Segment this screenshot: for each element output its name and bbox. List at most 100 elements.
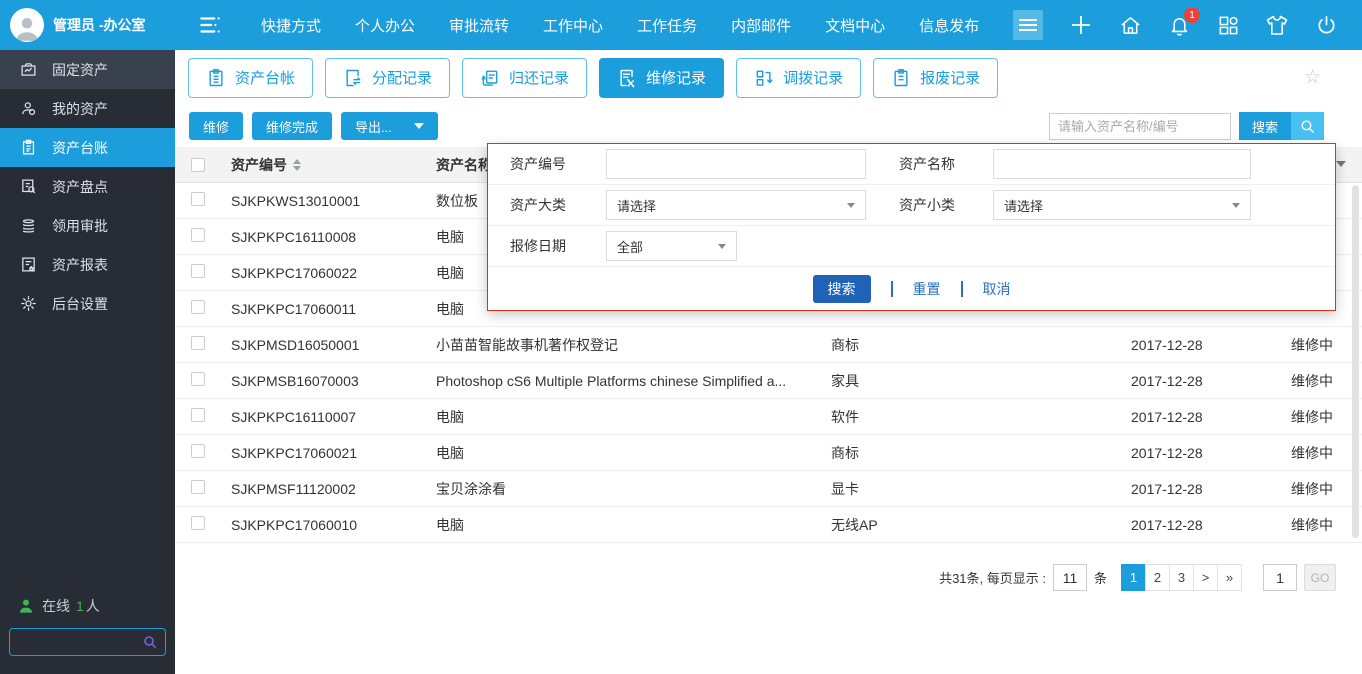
page-button-3[interactable]: 3 xyxy=(1169,564,1194,591)
tab-transfer-records[interactable]: 调拨记录 xyxy=(736,57,862,98)
popup-repair-date-select[interactable]: 全部 xyxy=(606,231,737,261)
column-header-name[interactable]: 资产名称 xyxy=(436,155,492,175)
favorite-star-icon[interactable]: ☆ xyxy=(1304,66,1321,89)
tab-repair-records[interactable]: 维修记录 xyxy=(599,57,725,98)
asset-name: 宝贝涂涂看 xyxy=(436,480,506,497)
asset-code: SJKPKPC17060021 xyxy=(231,444,358,461)
row-checkbox[interactable] xyxy=(191,336,205,350)
sidebar: 固定资产 我的资产 资产台账 资产盘点 领用审批 资产报表 后台设置 在线 1 … xyxy=(0,50,175,674)
export-dropdown-button[interactable]: 导出... xyxy=(341,112,438,140)
power-icon[interactable] xyxy=(1314,13,1338,37)
repair-date: 2017-12-28 xyxy=(1131,480,1203,497)
popup-search-button[interactable]: 搜索 xyxy=(812,274,871,303)
popup-name-label: 资产名称 xyxy=(899,156,955,172)
asset-search-input[interactable] xyxy=(1048,112,1231,140)
popup-asset-name-input[interactable] xyxy=(993,149,1251,179)
table-row[interactable]: SJKPMSD16050001 小苗苗智能故事机著作权登记 商标 2017-12… xyxy=(175,327,1362,363)
popup-minor-category-select[interactable]: 请选择 xyxy=(993,190,1251,220)
row-checkbox[interactable] xyxy=(191,408,205,422)
asset-name: 电脑 xyxy=(436,516,464,533)
popup-code-label: 资产编号 xyxy=(510,156,566,172)
sidebar-item-asset-inventory[interactable]: 资产盘点 xyxy=(0,167,175,206)
row-checkbox[interactable] xyxy=(191,192,205,206)
go-button[interactable]: GO xyxy=(1304,564,1336,591)
sidebar-item-asset-ledger[interactable]: 资产台账 xyxy=(0,128,175,167)
row-checkbox[interactable] xyxy=(191,372,205,386)
sidebar-item-fixed-assets[interactable]: 固定资产 xyxy=(0,50,175,89)
notifications-bell-icon[interactable]: 1 xyxy=(1167,7,1200,37)
nav-item-work-tasks[interactable]: 工作任务 xyxy=(637,15,697,36)
row-checkbox[interactable] xyxy=(191,264,205,278)
popup-major-category-select[interactable]: 请选择 xyxy=(606,190,866,220)
report-icon xyxy=(22,257,35,272)
tab-scrap-records[interactable]: 报废记录 xyxy=(873,57,999,98)
asset-category: 商标 xyxy=(831,444,859,461)
sort-icon[interactable] xyxy=(293,158,301,171)
sidebar-item-my-assets[interactable]: 我的资产 xyxy=(0,89,175,128)
nav-item-approval-flow[interactable]: 审批流转 xyxy=(449,15,509,36)
asset-category: 无线AP xyxy=(831,516,878,533)
add-icon[interactable] xyxy=(1069,13,1093,37)
table-row[interactable]: SJKPKPC16110007 电脑 软件 2017-12-28 维修中 xyxy=(175,399,1362,435)
column-filter-caret-icon[interactable] xyxy=(1336,161,1346,167)
nav-item-document-center[interactable]: 文档中心 xyxy=(825,15,885,36)
tab-return-records[interactable]: 归还记录 xyxy=(462,57,588,98)
avatar xyxy=(10,8,44,42)
chevron-down-icon xyxy=(847,202,855,208)
tab-label: 报废记录 xyxy=(920,70,981,87)
popup-cancel-button[interactable]: 取消 xyxy=(983,279,1011,299)
table-row[interactable]: SJKPKPC17060021 电脑 商标 2017-12-28 维修中 xyxy=(175,435,1362,471)
select-all-checkbox[interactable] xyxy=(191,157,205,172)
tab-label: 分配记录 xyxy=(372,70,433,87)
sidebar-item-label: 领用审批 xyxy=(52,217,108,234)
sidebar-item-requisition-approval[interactable]: 领用审批 xyxy=(0,206,175,245)
popup-major-category-label: 资产大类 xyxy=(510,197,566,213)
home-icon[interactable] xyxy=(1118,13,1142,37)
asset-code: SJKPKPC17060022 xyxy=(231,264,358,281)
row-checkbox[interactable] xyxy=(191,300,205,314)
nav-item-shortcuts[interactable]: 快捷方式 xyxy=(261,15,321,36)
apps-grid-icon[interactable] xyxy=(1216,13,1240,37)
repair-date: 2017-12-28 xyxy=(1131,372,1203,389)
table-row[interactable]: SJKPKPC17060010 电脑 无线AP 2017-12-28 维修中 xyxy=(175,507,1362,543)
row-checkbox[interactable] xyxy=(191,228,205,242)
row-checkbox[interactable] xyxy=(191,480,205,494)
hamburger-menu-button[interactable] xyxy=(1013,10,1044,40)
row-checkbox[interactable] xyxy=(191,444,205,458)
fixed-assets-icon xyxy=(21,63,36,76)
search-button[interactable]: 搜索 xyxy=(1238,112,1324,140)
nav-item-work-center[interactable]: 工作中心 xyxy=(543,15,603,36)
repair-done-button[interactable]: 维修完成 xyxy=(252,112,333,140)
select-value: 请选择 xyxy=(617,198,657,214)
asset-code: SJKPMSD16050001 xyxy=(231,336,360,353)
popup-repair-date-label: 报修日期 xyxy=(510,238,566,254)
sidebar-item-label: 资产报表 xyxy=(52,256,108,273)
row-checkbox[interactable] xyxy=(191,516,205,530)
table-row[interactable]: SJKPMSF11120002 宝贝涂涂看 显卡 2017-12-28 维修中 xyxy=(175,471,1362,507)
column-header-code[interactable]: 资产编号 xyxy=(231,155,287,175)
nav-item-personal-office[interactable]: 个人办公 xyxy=(355,15,415,36)
page-button-1[interactable]: 1 xyxy=(1121,564,1146,591)
table-row[interactable]: SJKPMSB16070003 Photoshop cS6 Multiple P… xyxy=(175,363,1362,399)
sidebar-item-asset-reports[interactable]: 资产报表 xyxy=(0,245,175,284)
popup-asset-code-input[interactable] xyxy=(606,149,866,179)
last-page-button[interactable]: » xyxy=(1217,564,1242,591)
sidebar-search-icon[interactable] xyxy=(142,634,158,655)
nav-item-internal-mail[interactable]: 内部邮件 xyxy=(731,15,791,36)
nav-item-info-publish[interactable]: 信息发布 xyxy=(919,15,979,36)
nav-collapse-icon[interactable] xyxy=(197,12,223,38)
popup-reset-button[interactable]: 重置 xyxy=(913,279,941,299)
repair-button[interactable]: 维修 xyxy=(189,112,244,140)
sidebar-item-backend-settings[interactable]: 后台设置 xyxy=(0,284,175,323)
main-nav: 快捷方式 个人办公 审批流转 工作中心 工作任务 内部邮件 文档中心 信息发布 xyxy=(261,15,979,36)
theme-shirt-icon[interactable] xyxy=(1265,13,1289,37)
next-page-button[interactable]: > xyxy=(1193,564,1218,591)
user-area[interactable]: 管理员 -办公室 xyxy=(0,8,175,42)
vertical-scrollbar[interactable] xyxy=(1352,185,1359,538)
tab-allocation-records[interactable]: 分配记录 xyxy=(325,57,451,98)
page-button-2[interactable]: 2 xyxy=(1145,564,1170,591)
page-size-input[interactable] xyxy=(1052,564,1087,591)
popup-row: 资产大类 请选择 资产小类 请选择 xyxy=(488,185,1335,226)
tab-asset-ledger[interactable]: 资产台帐 xyxy=(188,57,314,98)
goto-page-input[interactable] xyxy=(1263,564,1297,591)
